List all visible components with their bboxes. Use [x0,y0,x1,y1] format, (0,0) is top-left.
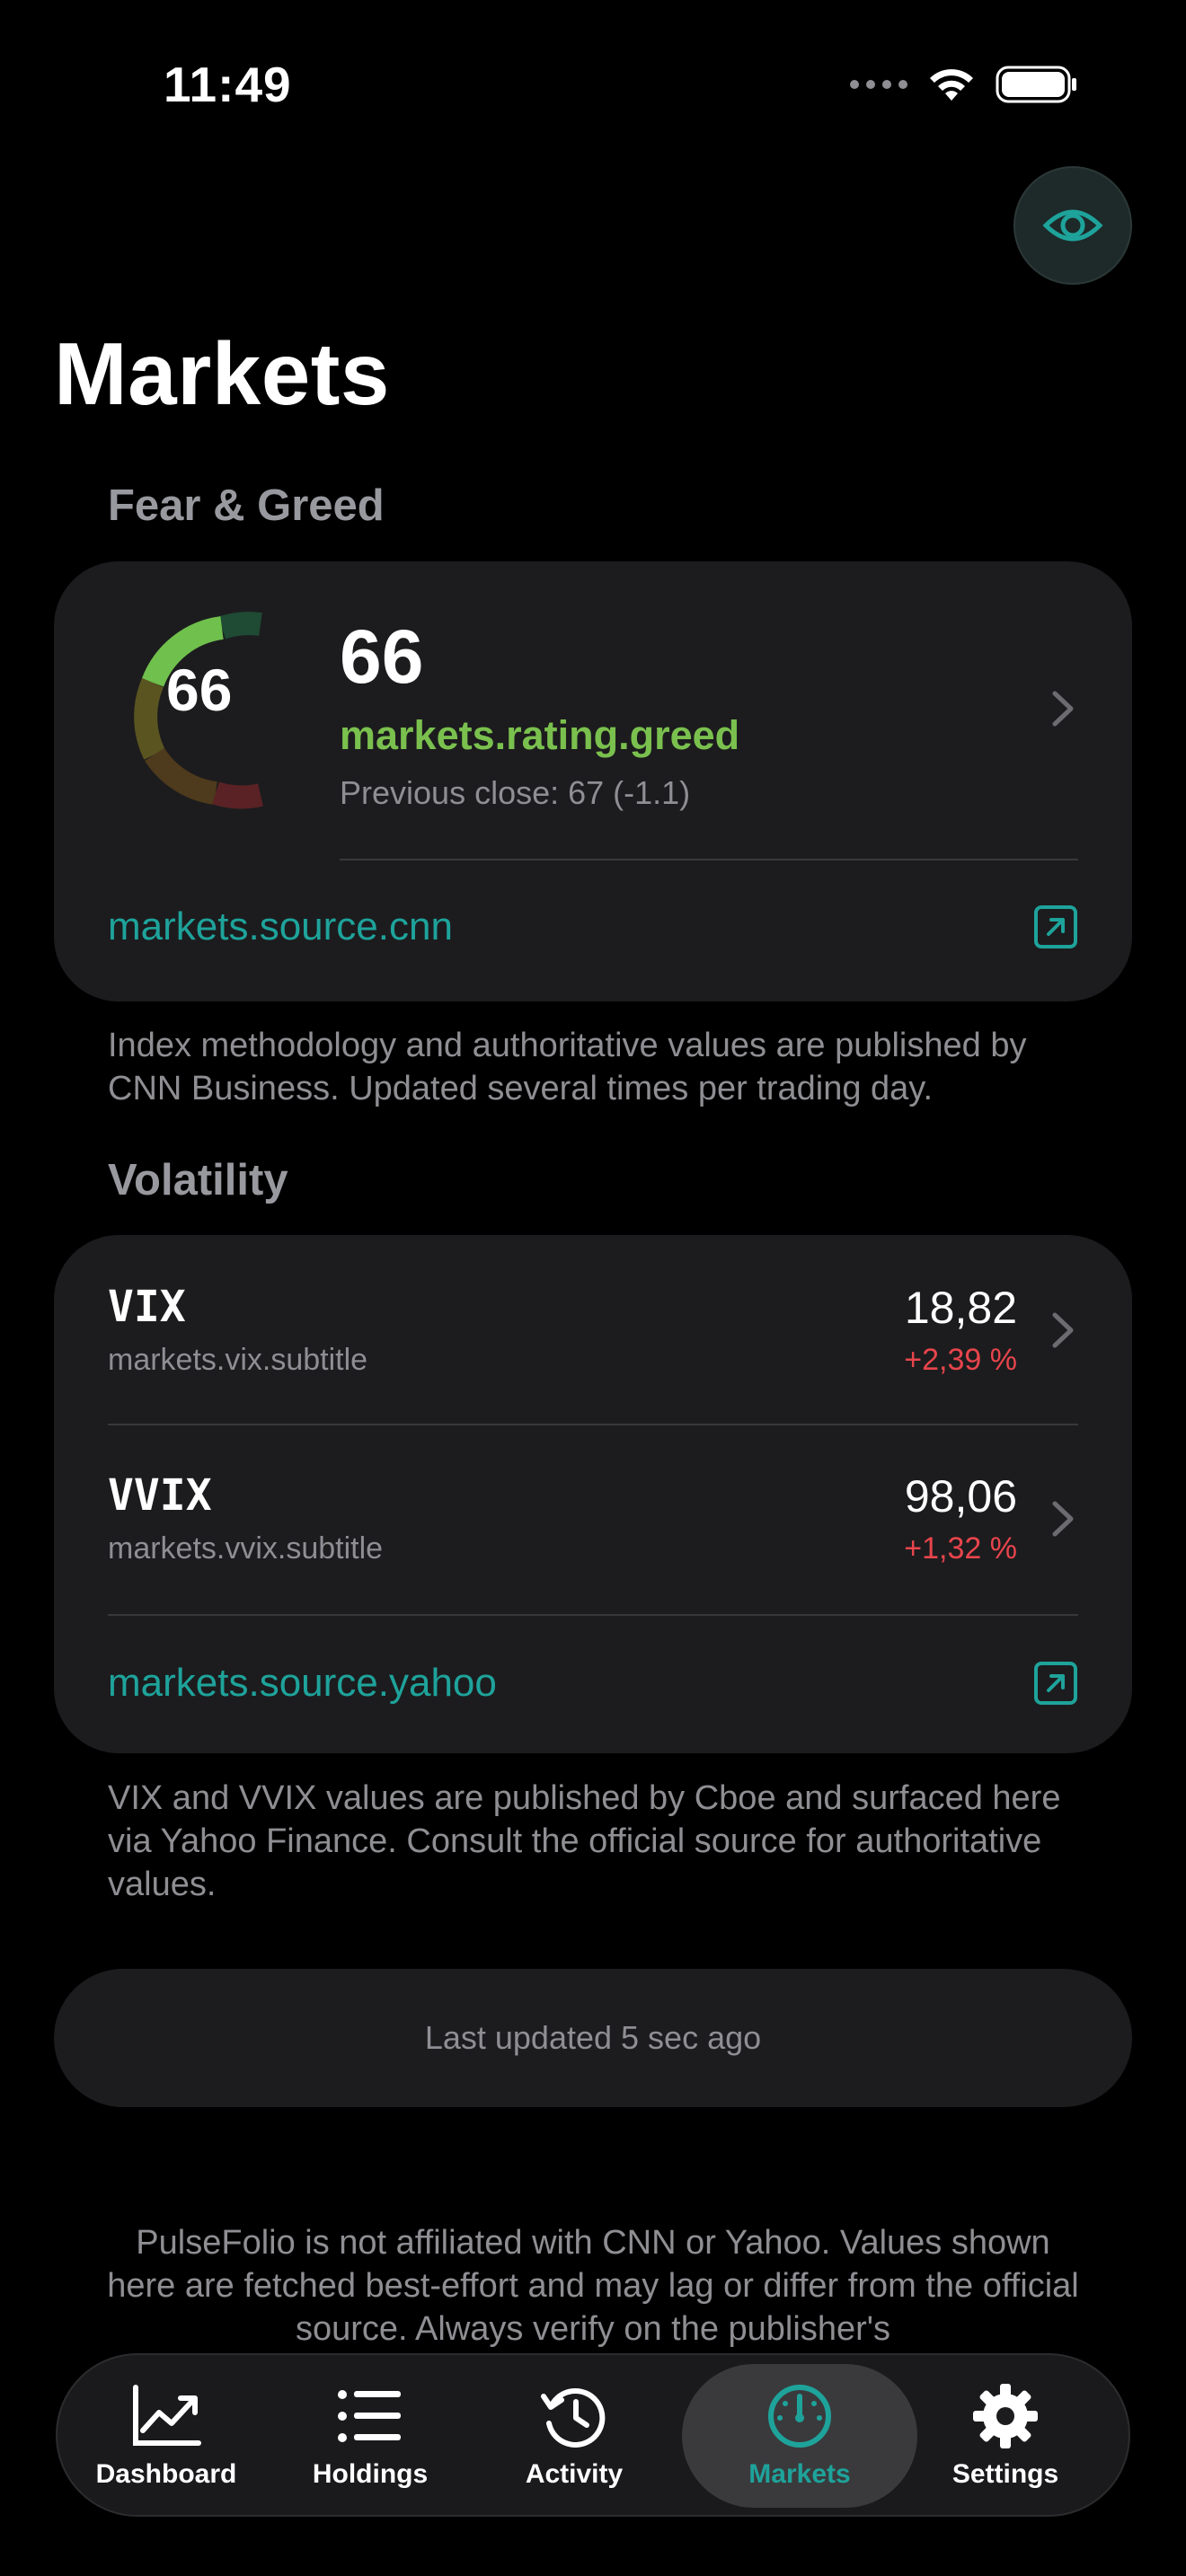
last-updated-pill: Last updated 5 sec ago [54,1969,1132,2107]
markets-screen: 11:49 Markets Fear & Greed 66 66 markets… [0,0,1186,2576]
vvix-row[interactable]: VVIX markets.vvix.subtitle 98,06 +1,32 % [54,1425,1132,1614]
ticker-symbol: VVIX [108,1470,212,1521]
cnn-source-link[interactable]: markets.source.cnn [54,860,1132,994]
tab-settings[interactable]: Settings [898,2364,1113,2508]
gauge-icon [768,2385,831,2448]
external-link-icon [1034,1662,1077,1705]
ticker-subtitle: markets.vix.subtitle [108,1343,368,1377]
eye-icon [1042,209,1103,242]
fear-greed-rating: markets.rating.greed [340,712,740,758]
previous-close: Previous close: 67 (-1.1) [340,774,691,811]
tab-label: Settings [951,2459,1059,2489]
tab-label: Holdings [312,2459,429,2489]
list-icon [338,2390,401,2442]
fear-greed-footnote: Index methodology and authoritative valu… [108,1027,1027,1107]
vix-row[interactable]: VIX markets.vix.subtitle 18,82 +2,39 % [54,1235,1132,1424]
wifi-icon [930,69,973,101]
history-icon [541,2388,606,2448]
tab-activity[interactable]: Activity [466,2364,682,2508]
tab-dashboard[interactable]: Dashboard [58,2364,274,2508]
ticker-value: 98,06 [904,1471,1017,1522]
ticker-change: +2,39 % [904,1343,1017,1377]
privacy-toggle-button[interactable] [1013,166,1132,285]
fear-greed-score: 66 [340,614,424,699]
volatility-section-title: Volatility [108,1156,288,1204]
volatility-footnote: VIX and VVIX values are published by Cbo… [108,1779,1061,1903]
cellular-signal-icon [850,80,907,89]
source-link-label: markets.source.cnn [108,904,453,948]
tab-holdings[interactable]: Holdings [262,2364,478,2508]
chevron-right-icon [1052,1501,1074,1537]
gauge-value: 66 [166,657,233,723]
page-title: Markets [54,324,390,423]
status-time: 11:49 [164,57,292,112]
tab-markets[interactable]: Markets [682,2364,917,2508]
battery-icon [996,66,1076,103]
disclaimer-text: PulseFolio is not affiliated with CNN or… [107,2224,1079,2348]
fear-greed-card: 66 66 markets.rating.greed Previous clos… [54,561,1132,1001]
chevron-right-icon [1052,691,1074,727]
tab-label: Markets [748,2459,851,2489]
source-link-label: markets.source.yahoo [108,1661,497,1705]
fear-greed-row[interactable]: 66 66 markets.rating.greed Previous clos… [54,561,1132,858]
tab-label: Activity [525,2459,624,2489]
chart-line-icon [133,2385,201,2446]
ticker-symbol: VIX [108,1282,186,1332]
tab-bar: Dashboard Holdings Activity Markets Sett… [56,2353,1130,2517]
volatility-card: VIX markets.vix.subtitle 18,82 +2,39 % V… [54,1235,1132,1753]
ticker-value: 18,82 [904,1283,1017,1333]
chevron-right-icon [1052,1312,1074,1348]
ticker-change: +1,32 % [904,1531,1017,1566]
tab-label: Dashboard [95,2459,237,2489]
ticker-subtitle: markets.vvix.subtitle [108,1531,384,1566]
gear-icon [973,2384,1038,2448]
fear-greed-section-title: Fear & Greed [108,481,385,530]
yahoo-source-link[interactable]: markets.source.yahoo [54,1616,1132,1751]
status-icons [850,65,1078,104]
external-link-icon [1034,905,1077,948]
